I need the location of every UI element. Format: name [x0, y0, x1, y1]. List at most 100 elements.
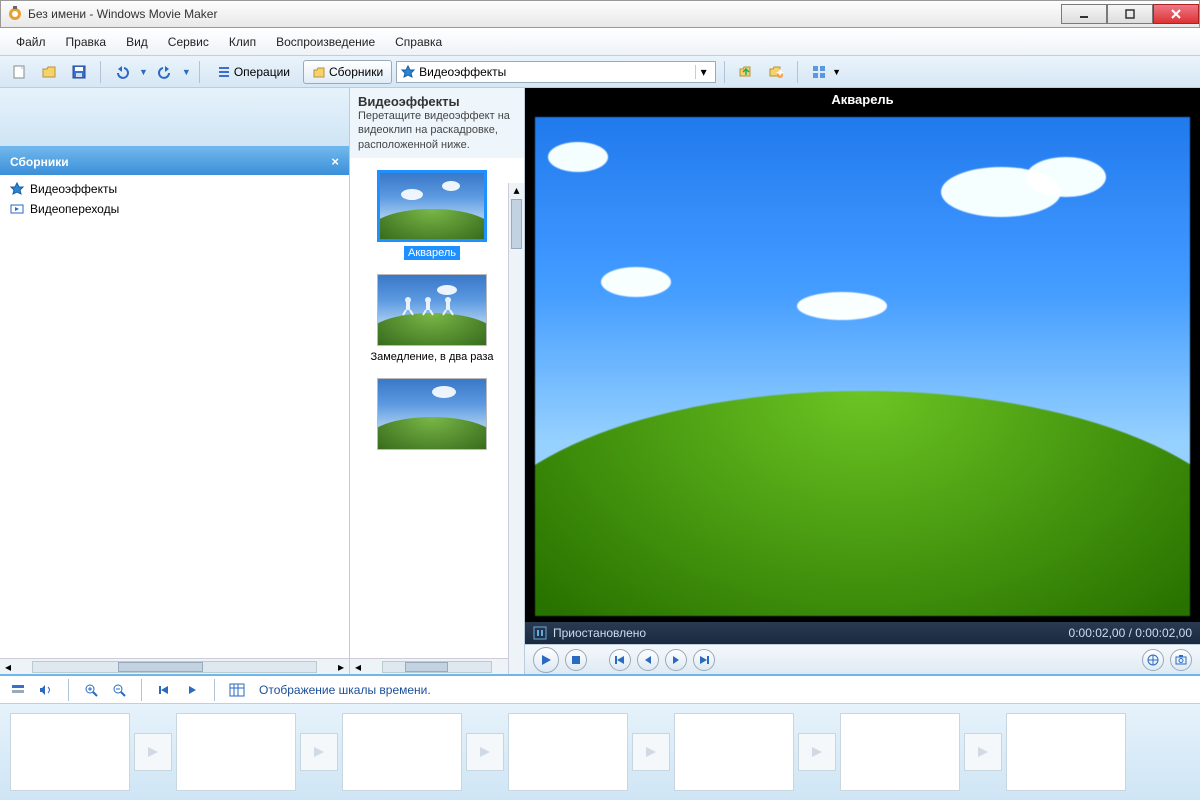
star-icon — [401, 65, 415, 79]
storyboard-transition[interactable] — [300, 733, 338, 771]
collections-button[interactable]: Сборники — [303, 60, 392, 84]
zoom-in-button[interactable] — [81, 680, 101, 700]
effects-pane: Видеоэффекты Перетащите видеоэффект на в… — [350, 88, 525, 674]
split-button[interactable] — [1142, 649, 1164, 671]
maximize-button[interactable] — [1107, 4, 1153, 24]
main-area: Сборники × Видеоэффекты Видеопереходы ◂ … — [0, 88, 1200, 676]
collections-hscroll[interactable]: ◂ ▸ — [0, 658, 349, 674]
redo-dropdown-icon[interactable]: ▼ — [182, 67, 191, 77]
timeline-view-icon[interactable] — [227, 680, 247, 700]
open-button[interactable] — [36, 60, 62, 84]
menubar: Файл Правка Вид Сервис Клип Воспроизведе… — [0, 28, 1200, 56]
separator — [141, 679, 142, 701]
collection-item-label: Видеоэффекты — [30, 182, 117, 196]
play-button[interactable] — [533, 647, 559, 673]
storyboard-transition[interactable] — [964, 733, 1002, 771]
window-title: Без имени - Windows Movie Maker — [28, 7, 1061, 21]
collections-header: Сборники × — [0, 148, 349, 175]
save-button[interactable] — [66, 60, 92, 84]
scroll-left-icon[interactable]: ◂ — [350, 660, 366, 674]
storyboard-cell[interactable] — [342, 713, 462, 791]
new-button[interactable] — [6, 60, 32, 84]
storyboard-cell[interactable] — [674, 713, 794, 791]
undo-dropdown-icon[interactable]: ▼ — [139, 67, 148, 77]
collection-item-effects[interactable]: Видеоэффекты — [0, 179, 349, 199]
close-button[interactable] — [1153, 4, 1199, 24]
stop-button[interactable] — [565, 649, 587, 671]
separator — [724, 61, 725, 83]
effects-hscroll[interactable]: ◂ ▸ — [350, 658, 524, 674]
timeline-rewind-button[interactable] — [154, 680, 174, 700]
collections-close-icon[interactable]: × — [331, 154, 339, 169]
separator — [199, 61, 200, 83]
new-folder-button[interactable]: ✦ — [763, 60, 789, 84]
prev-button[interactable] — [609, 649, 631, 671]
step-back-button[interactable] — [637, 649, 659, 671]
timeline-toggle-icon[interactable] — [8, 680, 28, 700]
timeline-play-button[interactable] — [182, 680, 202, 700]
storyboard-transition[interactable] — [466, 733, 504, 771]
preview-statusbar: Приостановлено 0:00:02,00 / 0:00:02,00 — [525, 622, 1200, 644]
separator — [100, 61, 101, 83]
effects-header: Видеоэффекты Перетащите видеоэффект на в… — [350, 88, 524, 158]
star-icon — [10, 182, 24, 196]
transition-icon — [10, 202, 24, 216]
toolbar: ▼ ▼ Операции Сборники Видеоэффекты ▾ ✦ ▼ — [0, 56, 1200, 88]
separator — [214, 679, 215, 701]
scroll-right-icon[interactable]: ▸ — [333, 660, 349, 674]
separator — [797, 61, 798, 83]
snapshot-button[interactable] — [1170, 649, 1192, 671]
next-button[interactable] — [693, 649, 715, 671]
walking-figures-icon — [400, 296, 460, 316]
preview-monitor — [535, 117, 1190, 616]
narration-button[interactable] — [36, 680, 56, 700]
undo-button[interactable] — [109, 60, 135, 84]
menu-view[interactable]: Вид — [116, 31, 158, 53]
operations-button[interactable]: Операции — [208, 60, 299, 84]
scroll-left-icon[interactable]: ◂ — [0, 660, 16, 674]
effects-vscroll[interactable]: ▴ — [508, 183, 524, 674]
step-fwd-button[interactable] — [665, 649, 687, 671]
menu-edit[interactable]: Правка — [56, 31, 117, 53]
collection-item-transitions[interactable]: Видеопереходы — [0, 199, 349, 219]
location-bar[interactable]: Видеоэффекты ▾ — [396, 61, 716, 83]
storyboard-cell[interactable] — [10, 713, 130, 791]
location-text: Видеоэффекты — [419, 65, 691, 79]
effects-thumbs: Акварель Замедление, в два раза — [350, 158, 524, 658]
storyboard-cell[interactable] — [176, 713, 296, 791]
preview-controls — [525, 644, 1200, 674]
storyboard-cell[interactable] — [840, 713, 960, 791]
redo-button[interactable] — [152, 60, 178, 84]
preview-pane: Акварель Приостановлено 0:00:02,00 / 0:0… — [525, 88, 1200, 674]
preview-time-current: 0:00:02,00 — [1069, 626, 1126, 640]
preview-time-total: 0:00:02,00 — [1135, 626, 1192, 640]
storyboard-cell[interactable] — [508, 713, 628, 791]
menu-help[interactable]: Справка — [385, 31, 452, 53]
collections-header-title: Сборники — [10, 155, 69, 169]
effect-item-akvarel[interactable]: Акварель — [358, 170, 506, 260]
collections-list: Видеоэффекты Видеопереходы — [0, 175, 349, 658]
timeline-toggle-label[interactable]: Отображение шкалы времени. — [259, 683, 431, 697]
storyboard-transition[interactable] — [798, 733, 836, 771]
storyboard[interactable] — [0, 704, 1200, 800]
effect-item-3[interactable] — [358, 378, 506, 464]
storyboard-transition[interactable] — [134, 733, 172, 771]
collections-label: Сборники — [329, 65, 383, 79]
menu-play[interactable]: Воспроизведение — [266, 31, 385, 53]
up-button[interactable] — [733, 60, 759, 84]
storyboard-transition[interactable] — [632, 733, 670, 771]
menu-tools[interactable]: Сервис — [158, 31, 219, 53]
view-button[interactable]: ▼ — [806, 60, 846, 84]
svg-text:✦: ✦ — [775, 66, 784, 80]
dropdown-icon[interactable]: ▾ — [695, 65, 711, 79]
storyboard-cell[interactable] — [1006, 713, 1126, 791]
preview-status-text: Приостановлено — [553, 626, 646, 640]
zoom-out-button[interactable] — [109, 680, 129, 700]
menu-file[interactable]: Файл — [6, 31, 56, 53]
separator — [68, 679, 69, 701]
menu-clip[interactable]: Клип — [219, 31, 266, 53]
minimize-button[interactable] — [1061, 4, 1107, 24]
app-icon — [7, 6, 23, 22]
effect-item-slowdown[interactable]: Замедление, в два раза — [358, 274, 506, 364]
pause-status-icon — [533, 626, 547, 640]
